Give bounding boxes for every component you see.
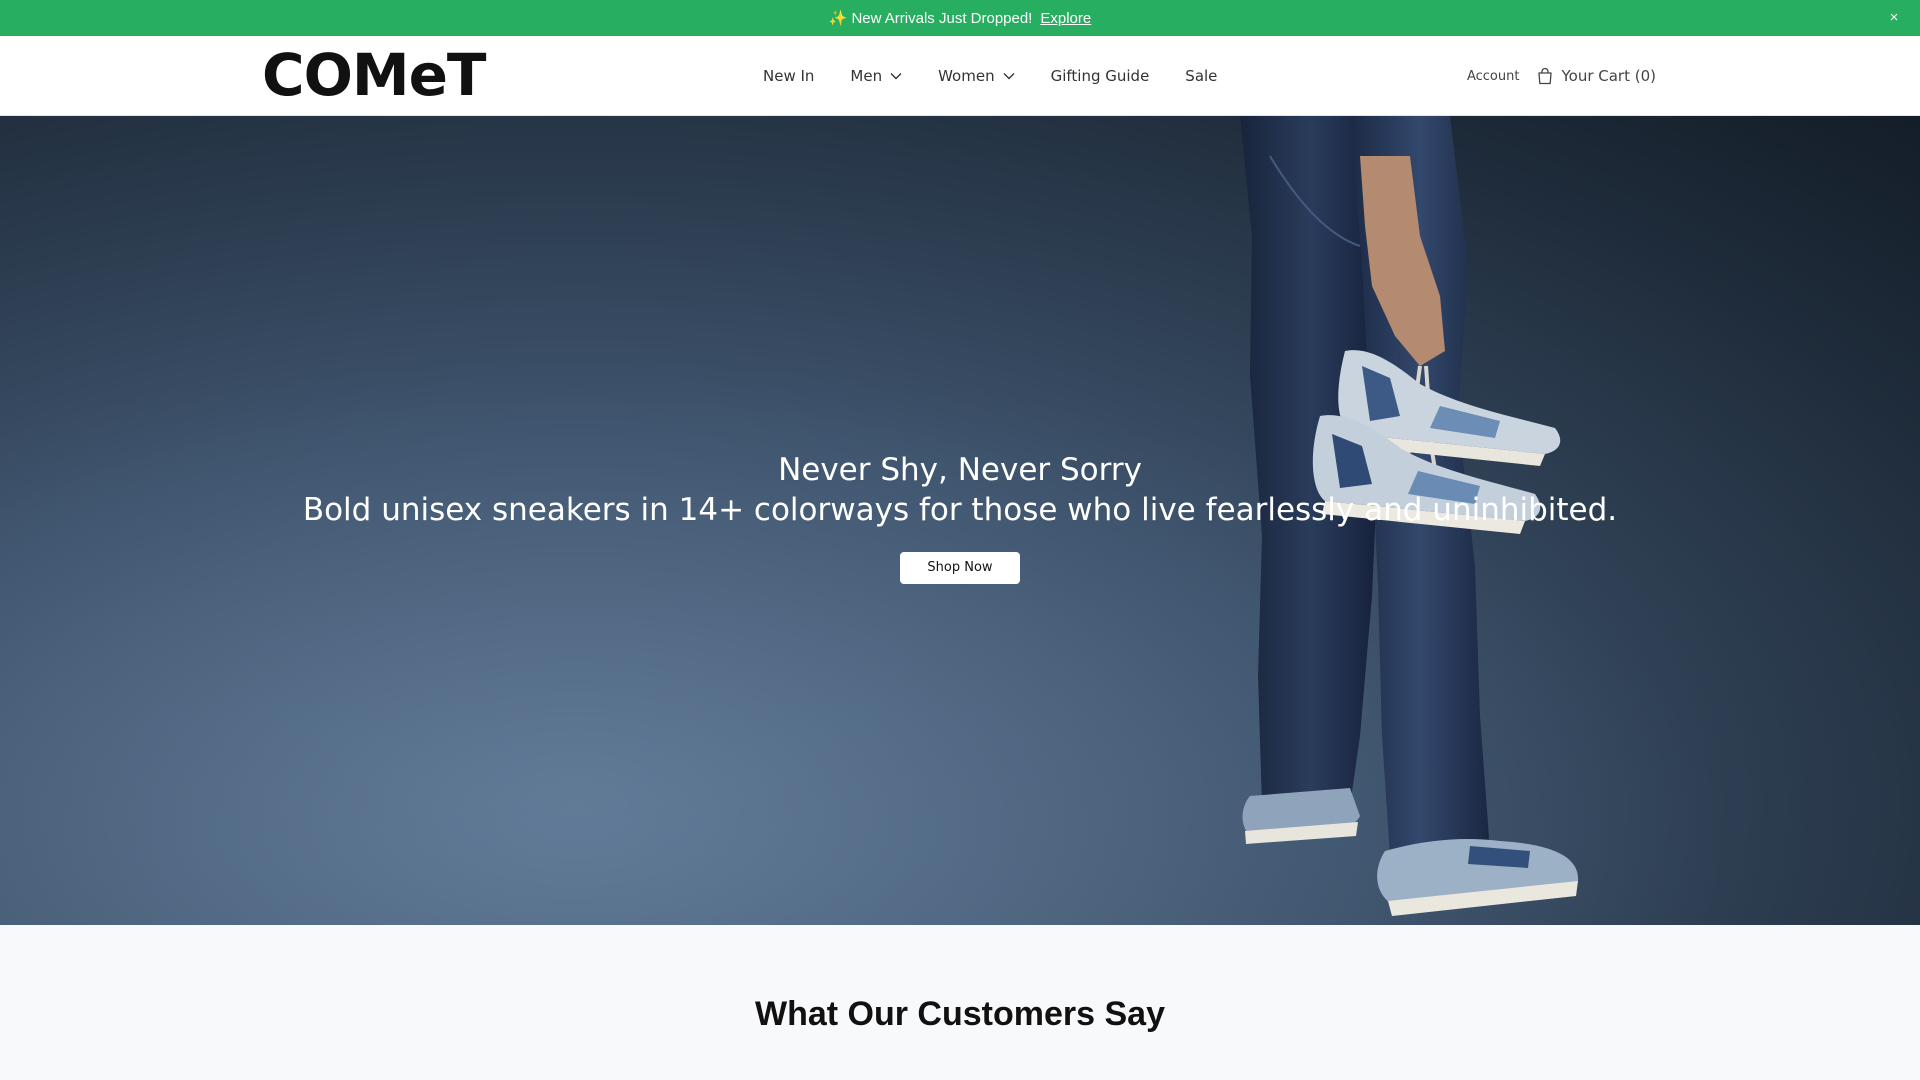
chevron-down-icon [1003,72,1015,80]
nav-item-new-in[interactable]: New In [763,67,814,85]
hero-title: Never Shy, Never Sorry [778,452,1142,488]
brand-logo[interactable]: COMeT [262,46,486,104]
testimonials-section: What Our Customers Say [0,925,1920,1080]
cart-button[interactable]: Your Cart (0) [1537,67,1656,85]
explore-link[interactable]: Explore [1040,10,1091,27]
announcement-bar: ✨ New Arrivals Just Dropped! Explore × [0,0,1920,36]
site-header: COMeT New In Men Women Gifting Guide Sal… [0,36,1920,116]
header-actions: Account Your Cart (0) [1467,36,1656,116]
hero-banner: Never Shy, Never Sorry Bold unisex sneak… [0,116,1920,925]
hero-subtitle: Bold unisex sneakers in 14+ colorways fo… [302,492,1618,528]
sparkle-icon: ✨ [828,10,848,27]
cart-label: Your Cart (0) [1561,67,1656,85]
nav-item-label: New In [763,67,815,85]
nav-item-men[interactable]: Men [850,67,902,85]
shopping-bag-icon [1537,67,1553,85]
close-icon[interactable]: × [1884,8,1904,28]
nav-item-gifting-guide[interactable]: Gifting Guide [1051,67,1150,85]
hero-content: Never Shy, Never Sorry Bold unisex sneak… [0,450,1920,584]
chevron-down-icon [890,72,902,80]
nav-item-label: Men [850,67,883,85]
main-nav: New In Men Women Gifting Guide Sale [763,36,1253,116]
nav-item-women[interactable]: Women [938,67,1015,85]
nav-item-sale[interactable]: Sale [1185,67,1217,85]
nav-item-label: Gifting Guide [1050,67,1150,85]
account-link[interactable]: Account [1467,69,1520,84]
nav-item-label: Women [938,67,995,85]
testimonials-heading: What Our Customers Say [755,995,1165,1033]
shop-now-button[interactable]: Shop Now [900,552,1020,584]
nav-item-label: Sale [1185,67,1218,85]
announcement-message: New Arrivals Just Dropped! [851,9,1033,27]
